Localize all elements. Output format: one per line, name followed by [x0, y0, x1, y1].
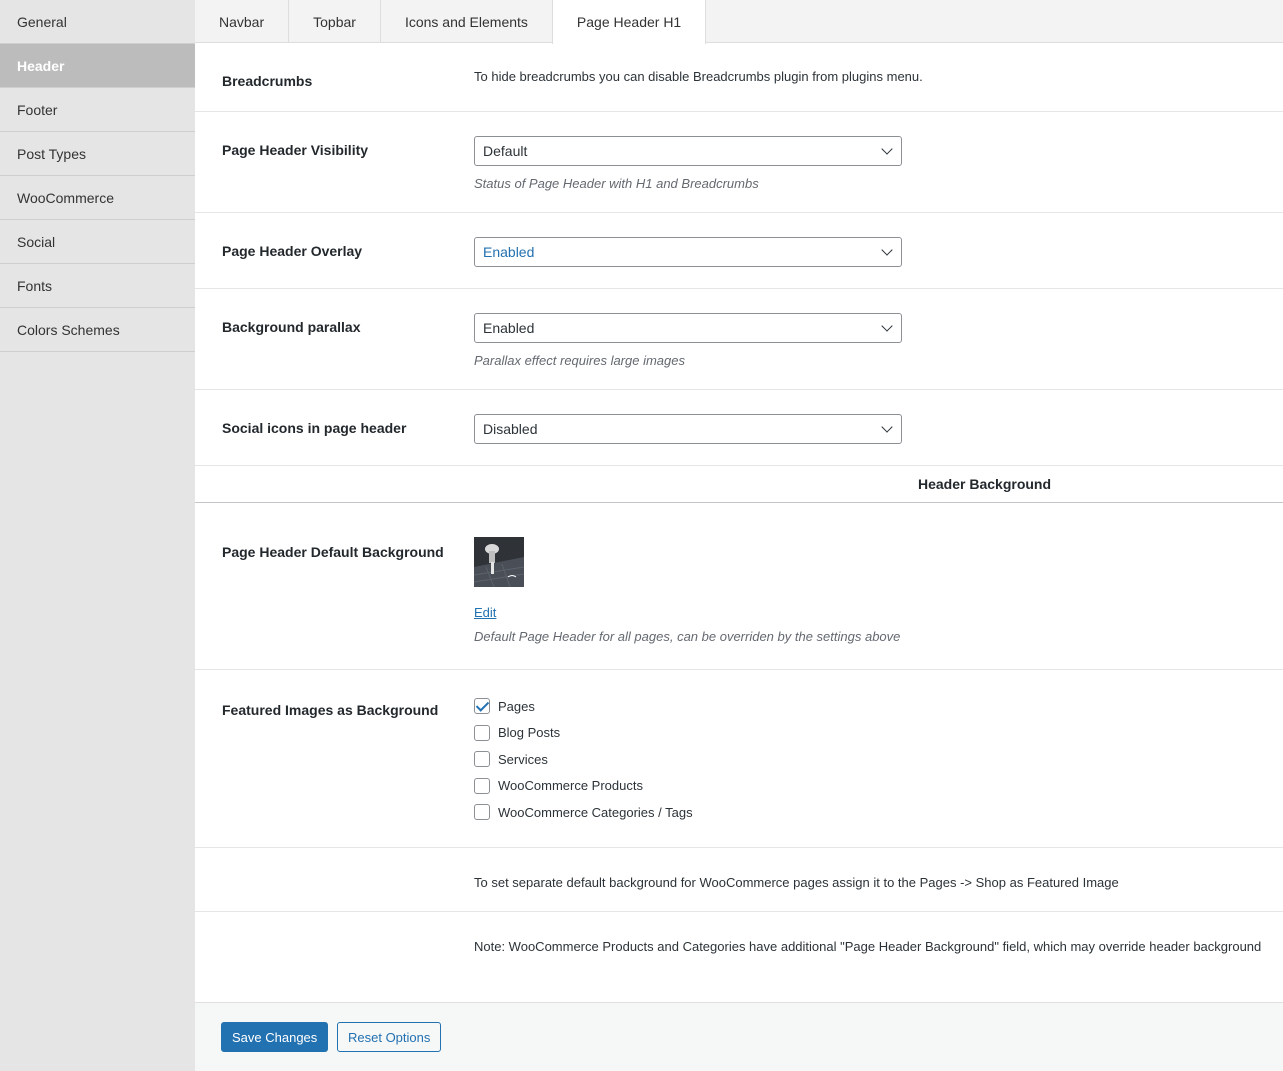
sidebar-item-label: Colors Schemes	[17, 321, 120, 338]
tab-bar: Navbar Topbar Icons and Elements Page He…	[195, 0, 1283, 44]
setting-row-visibility: Page Header Visibility Default Status of…	[195, 112, 1283, 213]
parallax-label: Background parallax	[222, 319, 361, 335]
overlay-value: Enabled	[483, 244, 535, 260]
tab-topbar[interactable]: Topbar	[289, 0, 381, 43]
sidebar-item-label: Post Types	[17, 145, 87, 162]
checkbox-option-pages: Pages	[474, 693, 693, 720]
checkbox-label: WooCommerce Products	[498, 778, 643, 794]
featured-images-label: Featured Images as Background	[222, 702, 439, 718]
sidebar-item-social[interactable]: Social	[0, 220, 195, 264]
setting-row-overlay: Page Header Overlay Enabled	[195, 213, 1283, 289]
checkbox-option-woocommerce-categories: WooCommerce Categories / Tags	[474, 799, 693, 826]
reset-options-button[interactable]: Reset Options	[337, 1022, 442, 1052]
parallax-value: Enabled	[483, 320, 535, 336]
breadcrumbs-info: To hide breadcrumbs you can disable Brea…	[474, 69, 923, 84]
checkbox-label: Blog Posts	[498, 725, 561, 741]
tab-page-header-h1[interactable]: Page Header H1	[551, 0, 707, 44]
woocommerce-products-checkbox[interactable]	[474, 777, 490, 794]
form-footer: Save Changes Reset Options	[195, 1002, 1283, 1071]
save-changes-button[interactable]: Save Changes	[221, 1022, 329, 1052]
section-header-background: Header Background	[195, 466, 1283, 503]
sidebar-item-label: Footer	[17, 101, 58, 118]
checkbox-option-woocommerce-products: WooCommerce Products	[474, 773, 693, 800]
sidebar-item-label: Social	[17, 233, 56, 250]
setting-row-social: Social icons in page header Disabled	[195, 390, 1283, 466]
sidebar-item-label: WooCommerce	[17, 189, 114, 206]
setting-row-featured-images: Featured Images as Background Pages Blog…	[195, 670, 1283, 848]
services-checkbox[interactable]	[474, 751, 490, 768]
blog-posts-checkbox[interactable]	[474, 724, 490, 741]
setting-row-parallax: Background parallax Enabled Parallax eff…	[195, 289, 1283, 390]
tab-label: Icons and Elements	[404, 13, 528, 30]
section-title: Header Background	[918, 476, 1052, 492]
visibility-description: Status of Page Header with H1 and Breadc…	[474, 176, 759, 191]
setting-row-breadcrumbs: Breadcrumbs To hide breadcrumbs you can …	[195, 43, 1283, 112]
chevron-down-icon	[881, 143, 893, 155]
edit-link[interactable]: Edit	[474, 605, 496, 620]
settings-panel: Navbar Topbar Icons and Elements Page He…	[195, 0, 1283, 1071]
sidebar-item-label: Fonts	[17, 277, 53, 294]
checkbox-label: Pages	[498, 698, 535, 714]
setting-row-woocommerce-note: To set separate default background for W…	[195, 848, 1283, 912]
sidebar-item-header[interactable]: Header	[0, 44, 195, 88]
tab-label: Navbar	[219, 13, 265, 30]
sidebar-item-woocommerce[interactable]: WooCommerce	[0, 176, 195, 220]
sidebar-item-colors-schemes[interactable]: Colors Schemes	[0, 308, 195, 352]
setting-row-note: Note: WooCommerce Products and Categorie…	[195, 912, 1283, 1002]
default-background-label: Page Header Default Background	[222, 544, 444, 560]
overlay-select[interactable]: Enabled	[474, 237, 902, 267]
visibility-select[interactable]: Default	[474, 136, 902, 166]
woocommerce-categories-checkbox[interactable]	[474, 804, 490, 821]
visibility-label: Page Header Visibility	[222, 142, 369, 158]
chevron-down-icon	[881, 320, 893, 332]
breadcrumbs-label: Breadcrumbs	[222, 73, 313, 89]
sidebar-item-label: General	[17, 13, 67, 30]
tab-label: Topbar	[313, 13, 356, 30]
parallax-select[interactable]: Enabled	[474, 313, 902, 343]
social-value: Disabled	[483, 421, 538, 437]
tab-icons-and-elements[interactable]: Icons and Elements	[381, 0, 553, 43]
social-label: Social icons in page header	[222, 420, 407, 436]
checkbox-label: Services	[498, 751, 548, 767]
settings-sidebar: General Header Footer Post Types WooComm…	[0, 0, 195, 1071]
visibility-value: Default	[483, 143, 528, 159]
checkbox-option-services: Services	[474, 746, 693, 773]
default-background-description: Default Page Header for all pages, can b…	[474, 629, 901, 644]
parallax-description: Parallax effect requires large images	[474, 353, 685, 368]
social-select[interactable]: Disabled	[474, 414, 902, 444]
chevron-down-icon	[881, 244, 893, 256]
pages-checkbox[interactable]	[474, 698, 490, 715]
checkbox-label: WooCommerce Categories / Tags	[498, 804, 693, 820]
sidebar-item-post-types[interactable]: Post Types	[0, 132, 195, 176]
chevron-down-icon	[881, 421, 893, 433]
setting-row-default-background: Page Header Default Background Edit Defa…	[195, 503, 1283, 670]
sidebar-item-label: Header	[17, 57, 65, 74]
overlay-label: Page Header Overlay	[222, 243, 363, 259]
sidebar-item-general[interactable]: General	[0, 0, 195, 44]
note-text: Note: WooCommerce Products and Categorie…	[474, 939, 1262, 954]
sidebar-item-footer[interactable]: Footer	[0, 88, 195, 132]
sidebar-item-fonts[interactable]: Fonts	[0, 264, 195, 308]
tab-label: Page Header H1	[576, 14, 682, 30]
checkbox-option-blog-posts: Blog Posts	[474, 720, 693, 747]
background-image-thumbnail[interactable]	[474, 537, 524, 587]
tab-navbar[interactable]: Navbar	[195, 0, 290, 43]
woocommerce-note-text: To set separate default background for W…	[474, 875, 1119, 890]
